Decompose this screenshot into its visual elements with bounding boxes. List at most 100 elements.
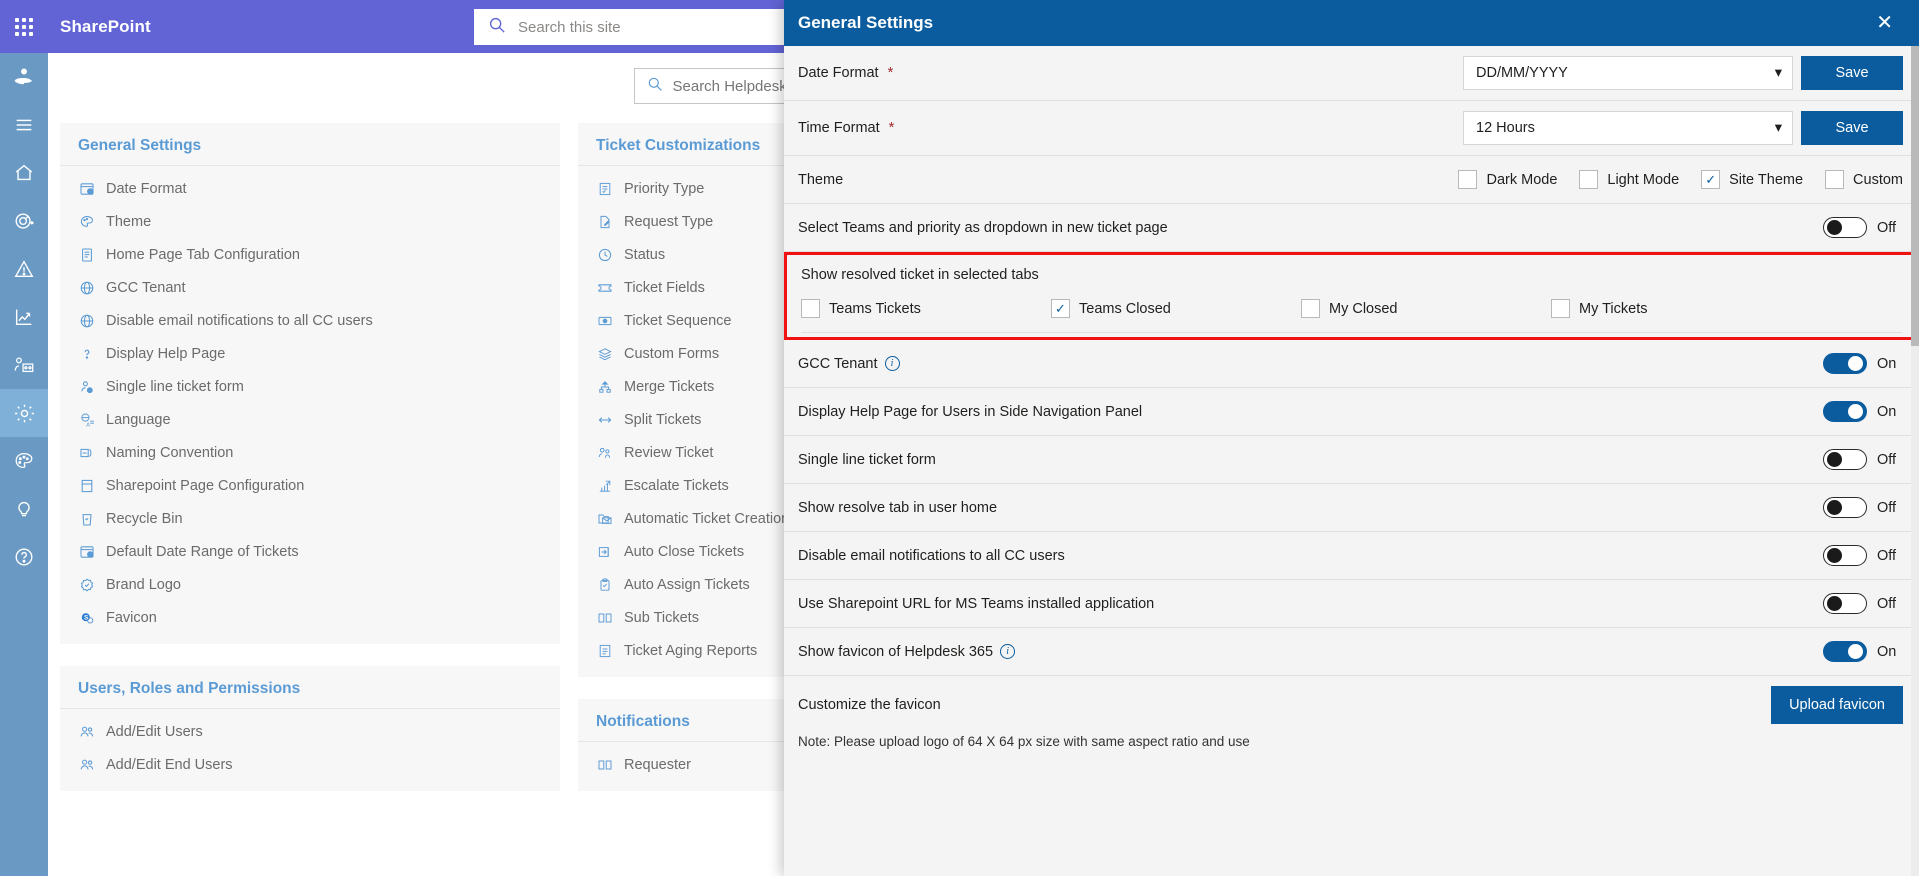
- checkbox-unchecked-icon[interactable]: [1579, 170, 1599, 189]
- setting-item-add-edit-users[interactable]: Add/Edit Users: [60, 715, 560, 748]
- setting-item-recycle-bin[interactable]: Recycle Bin: [60, 502, 560, 535]
- setting-item-favicon[interactable]: S Favicon: [60, 601, 560, 634]
- setting-item-sharepoint-page-configuration[interactable]: Sharepoint Page Configuration: [60, 469, 560, 502]
- hamburger-menu-icon[interactable]: [0, 101, 48, 149]
- aging-report-icon: [596, 642, 614, 660]
- theme-option-custom[interactable]: Custom: [1825, 170, 1903, 189]
- required-marker: *: [887, 65, 894, 81]
- team-board-icon[interactable]: [0, 341, 48, 389]
- setting-item-single-line-ticket-form[interactable]: Single line ticket form: [60, 370, 560, 403]
- toggle-teams-priority-dropdown[interactable]: [1823, 217, 1867, 238]
- setting-item-label: Favicon: [106, 609, 157, 626]
- panel-body: Date Format * DD/MM/YYYY ▾ Save Time Form…: [784, 46, 1919, 876]
- setting-item-label: Language: [106, 411, 171, 428]
- setting-item-home-page-tab-configuration[interactable]: Home Page Tab Configuration: [60, 238, 560, 271]
- merge-icon: [596, 378, 614, 396]
- setting-item-brand-logo[interactable]: Brand Logo: [60, 568, 560, 601]
- toggle-single-line-ticket-form[interactable]: [1823, 449, 1867, 470]
- checkbox-unchecked-icon[interactable]: [1551, 299, 1570, 318]
- toggle-display-help-page[interactable]: [1823, 401, 1867, 422]
- clock-check-icon: [596, 246, 614, 264]
- checkbox-unchecked-icon[interactable]: [801, 299, 820, 318]
- theme-option-dark-mode[interactable]: Dark Mode: [1458, 170, 1557, 189]
- setting-item-add-edit-end-users[interactable]: Add/Edit End Users: [60, 748, 560, 781]
- card-title-users-roles-permissions: Users, Roles and Permissions: [60, 666, 560, 709]
- row-time-format: Time Format * 12 Hours ▾ Save: [784, 101, 1919, 156]
- toggle-show-resolve-tab[interactable]: [1823, 497, 1867, 518]
- setting-item-display-help-page[interactable]: Display Help Page: [60, 337, 560, 370]
- rename-icon: [78, 444, 96, 462]
- chevron-down-icon: ▾: [1774, 120, 1782, 136]
- checkbox-checked-icon[interactable]: ✓: [1051, 299, 1070, 318]
- home-icon[interactable]: [0, 149, 48, 197]
- auto-assign-icon: [596, 576, 614, 594]
- row-disable-cc-email: Disable email notifications to all CC us…: [784, 532, 1919, 580]
- setting-item-gcc-tenant[interactable]: GCC Tenant: [60, 271, 560, 304]
- helpdesk-logo-icon[interactable]: [0, 53, 48, 101]
- app-launcher-icon[interactable]: [0, 0, 48, 53]
- priority-list-icon: [596, 180, 614, 198]
- close-icon[interactable]: ✕: [1876, 13, 1893, 33]
- toggle-state-text: On: [1877, 403, 1897, 420]
- row-customize-favicon: Customize the favicon Upload favicon: [784, 676, 1919, 728]
- row-display-help-page: Display Help Page for Users in Side Navi…: [784, 388, 1919, 436]
- general-settings-panel: General Settings ✕ Date Format * DD/MM/YY…: [784, 0, 1919, 876]
- toggle-disable-cc-email[interactable]: [1823, 545, 1867, 566]
- setting-item-label: Priority Type: [624, 180, 705, 197]
- date-format-select[interactable]: DD/MM/YYYY ▾: [1463, 56, 1793, 90]
- panel-scrollbar-thumb[interactable]: [1911, 46, 1919, 346]
- setting-item-language[interactable]: A Language: [60, 403, 560, 436]
- setting-item-disable-email-notifications[interactable]: Disable email notifications to all CC us…: [60, 304, 560, 337]
- setting-item-label: Add/Edit End Users: [106, 756, 233, 773]
- theme-option-light-mode[interactable]: Light Mode: [1579, 170, 1679, 189]
- resolved-tab-my-tickets[interactable]: My Tickets: [1551, 299, 1647, 318]
- toggle-sharepoint-url-teams[interactable]: [1823, 593, 1867, 614]
- save-time-format-button[interactable]: Save: [1801, 111, 1903, 145]
- toggle-state-text: On: [1877, 355, 1897, 372]
- resolved-tab-my-closed[interactable]: My Closed: [1301, 299, 1551, 318]
- toggle-show-favicon[interactable]: [1823, 641, 1867, 662]
- checkbox-checked-icon[interactable]: ✓: [1701, 170, 1721, 189]
- theme-option-site-theme[interactable]: ✓ Site Theme: [1701, 170, 1803, 189]
- resolved-tab-teams-closed[interactable]: ✓ Teams Closed: [1051, 299, 1301, 318]
- sharepoint-brand[interactable]: SharePoint: [60, 17, 151, 37]
- lightbulb-icon[interactable]: [0, 485, 48, 533]
- resolved-tab-label: Teams Closed: [1079, 300, 1171, 317]
- checkbox-unchecked-icon[interactable]: [1825, 170, 1845, 189]
- upload-favicon-button[interactable]: Upload favicon: [1771, 686, 1903, 724]
- toggle-gcc-tenant[interactable]: [1823, 353, 1867, 374]
- time-format-select[interactable]: 12 Hours ▾: [1463, 111, 1793, 145]
- gear-icon[interactable]: [0, 389, 48, 437]
- setting-item-label: Recycle Bin: [106, 510, 183, 527]
- resolved-tab-teams-tickets[interactable]: Teams Tickets: [801, 299, 1051, 318]
- left-nav-rail: [0, 53, 48, 876]
- toggle-state-text: Off: [1877, 547, 1897, 564]
- question-mark-icon[interactable]: [0, 533, 48, 581]
- theme-options-group: Dark Mode Light Mode ✓ Site Theme Custom: [1458, 170, 1903, 189]
- card-title-general-settings: General Settings: [60, 123, 560, 166]
- setting-item-default-date-range[interactable]: Default Date Range of Tickets: [60, 535, 560, 568]
- globe-icon: [78, 279, 96, 297]
- setting-item-label: Brand Logo: [106, 576, 181, 593]
- translate-icon: A: [78, 411, 96, 429]
- calendar-clock-icon: [78, 180, 96, 198]
- info-icon[interactable]: i: [1000, 644, 1016, 659]
- save-date-format-button[interactable]: Save: [1801, 56, 1903, 90]
- checkbox-unchecked-icon[interactable]: [1458, 170, 1478, 189]
- analytics-chart-icon[interactable]: [0, 293, 48, 341]
- setting-item-label: Sharepoint Page Configuration: [106, 477, 305, 494]
- label-text: Date Format: [798, 65, 879, 81]
- alert-triangle-icon[interactable]: [0, 245, 48, 293]
- resolved-tab-label: My Tickets: [1579, 300, 1648, 317]
- row-label-sharepoint-url-teams: Use Sharepoint URL for MS Teams installe…: [798, 595, 1155, 612]
- review-person-icon: [596, 444, 614, 462]
- theme-option-label: Dark Mode: [1486, 171, 1558, 188]
- info-icon[interactable]: i: [884, 356, 900, 371]
- setting-item-date-format[interactable]: Date Format: [60, 172, 560, 205]
- dashboard-gauge-icon[interactable]: [0, 197, 48, 245]
- checkbox-unchecked-icon[interactable]: [1301, 299, 1320, 318]
- setting-item-theme[interactable]: Theme: [60, 205, 560, 238]
- setting-item-naming-convention[interactable]: Naming Convention: [60, 436, 560, 469]
- row-label-single-line-ticket-form: Single line ticket form: [798, 451, 936, 468]
- palette-icon[interactable]: [0, 437, 48, 485]
